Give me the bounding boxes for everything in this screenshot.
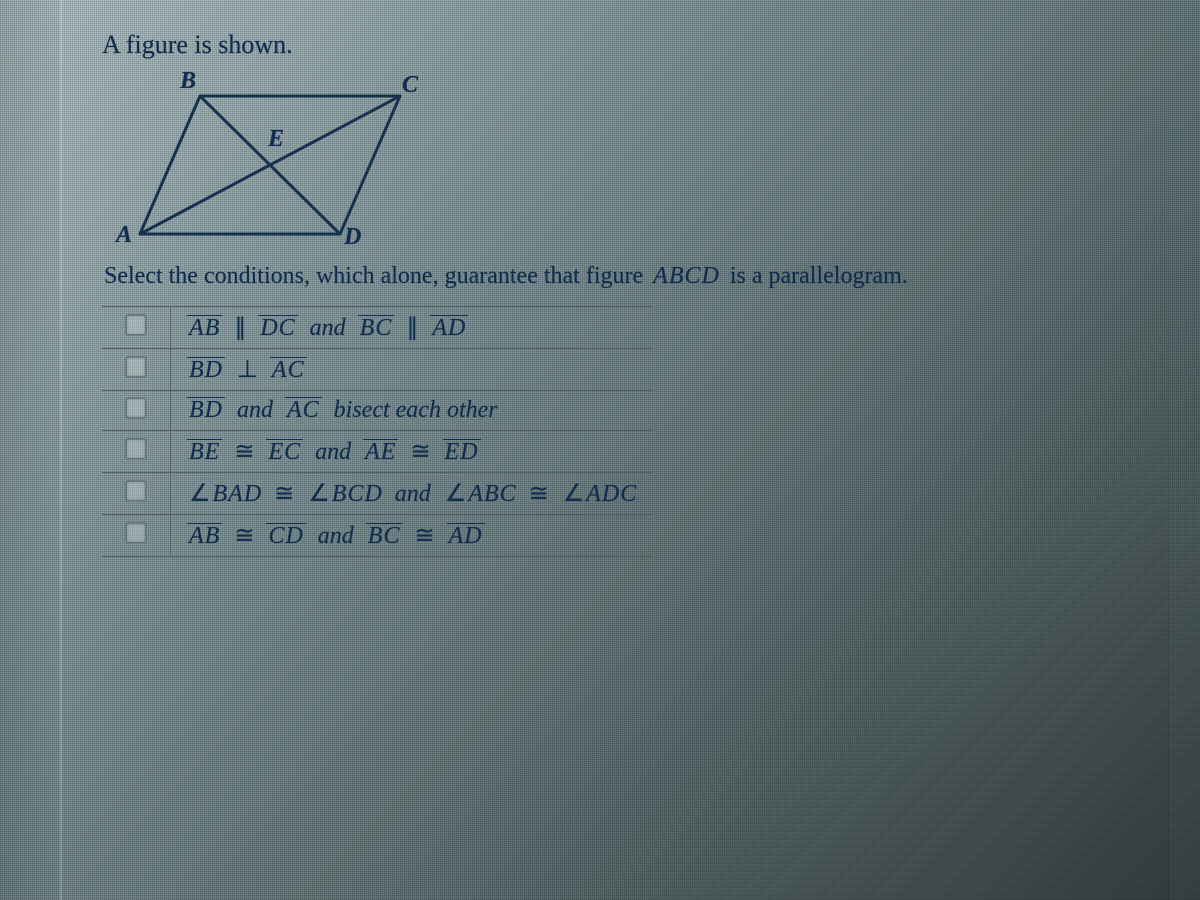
option-content: AB ∥ DC and BC ∥ AD [171, 307, 654, 349]
option-row: BE ≅ EC and AE ≅ ED [102, 431, 653, 473]
segment: BE [187, 439, 222, 465]
vertex-label-A: A [116, 222, 132, 249]
segment: DC [258, 315, 297, 341]
instruction-pre: Select the conditions, which alone, guar… [104, 263, 649, 289]
congruent-symbol: ≅ [228, 523, 260, 549]
vertex-label-D: D [344, 224, 361, 251]
vertex-label-C: C [402, 72, 418, 99]
checkbox[interactable] [125, 438, 147, 460]
segment: BD [187, 397, 225, 423]
option-checkbox-cell [102, 349, 171, 391]
segment: AD [430, 315, 468, 341]
options-table: AB ∥ DC and BC ∥ AD BD ⊥ AC [102, 306, 653, 557]
angle: ABC [443, 481, 517, 507]
angle: BCD [306, 481, 383, 507]
option-content: AB ≅ CD and BC ≅ AD [171, 515, 654, 557]
checkbox[interactable] [125, 314, 147, 336]
option-content: BD ⊥ AC [171, 349, 654, 391]
segment: AB [187, 315, 222, 341]
segment: EC [266, 439, 303, 465]
option-content: BE ≅ EC and AE ≅ ED [171, 431, 654, 473]
instruction-post: is a parallelogram. [724, 263, 908, 289]
perpendicular-symbol: ⊥ [231, 357, 264, 383]
segment: AC [270, 357, 307, 383]
option-checkbox-cell [102, 391, 171, 431]
segment: CD [266, 523, 305, 549]
option-checkbox-cell [102, 473, 171, 515]
segment: AC [285, 397, 322, 423]
segment: AD [447, 523, 485, 549]
angle: BAD [187, 481, 262, 507]
and-word: and [309, 439, 357, 465]
option-checkbox-cell [102, 307, 171, 349]
segment: AE [363, 439, 398, 465]
and-word: and [312, 523, 360, 549]
checkbox[interactable] [125, 356, 147, 378]
option-row: BD and AC bisect each other [102, 391, 653, 431]
congruent-symbol: ≅ [228, 439, 260, 465]
prompt-text: A figure is shown. [102, 30, 1142, 60]
congruent-symbol: ≅ [404, 439, 436, 465]
option-checkbox-cell [102, 431, 171, 473]
segment: AB [187, 523, 222, 549]
option-row: AB ∥ DC and BC ∥ AD [102, 307, 653, 349]
left-gutter [0, 0, 60, 900]
segment: BC [358, 315, 395, 341]
instruction-text: Select the conditions, which alone, guar… [104, 263, 1142, 290]
option-content: BAD ≅ BCD and ABC ≅ ADC [171, 473, 654, 515]
checkbox[interactable] [125, 397, 147, 419]
congruent-symbol: ≅ [268, 481, 300, 507]
segment: BD [187, 357, 225, 383]
option-checkbox-cell [102, 515, 171, 557]
option-row: AB ≅ CD and BC ≅ AD [102, 515, 653, 557]
vertex-label-B: B [180, 68, 196, 95]
question-panel: A figure is shown. A B C D E Select the … [60, 0, 1170, 900]
figure-svg [120, 74, 420, 249]
segment: ED [443, 439, 481, 465]
parallelogram-figure: A B C D E [120, 74, 420, 249]
center-label-E: E [268, 126, 284, 153]
angle: ADC [561, 481, 638, 507]
option-content: BD and AC bisect each other [171, 391, 654, 431]
option-row: BD ⊥ AC [102, 349, 653, 391]
segment: BC [366, 523, 403, 549]
congruent-symbol: ≅ [523, 481, 555, 507]
option-row: BAD ≅ BCD and ABC ≅ ADC [102, 473, 653, 515]
checkbox[interactable] [125, 480, 147, 502]
congruent-symbol: ≅ [408, 523, 440, 549]
parallel-symbol: ∥ [400, 315, 424, 341]
and-word: and [304, 315, 352, 341]
parallel-symbol: ∥ [228, 315, 252, 341]
and-word: and [231, 397, 279, 423]
and-word: and [389, 481, 437, 507]
instruction-figure-name: ABCD [649, 263, 724, 289]
checkbox[interactable] [125, 522, 147, 544]
bisect-text: bisect each other [328, 397, 504, 423]
